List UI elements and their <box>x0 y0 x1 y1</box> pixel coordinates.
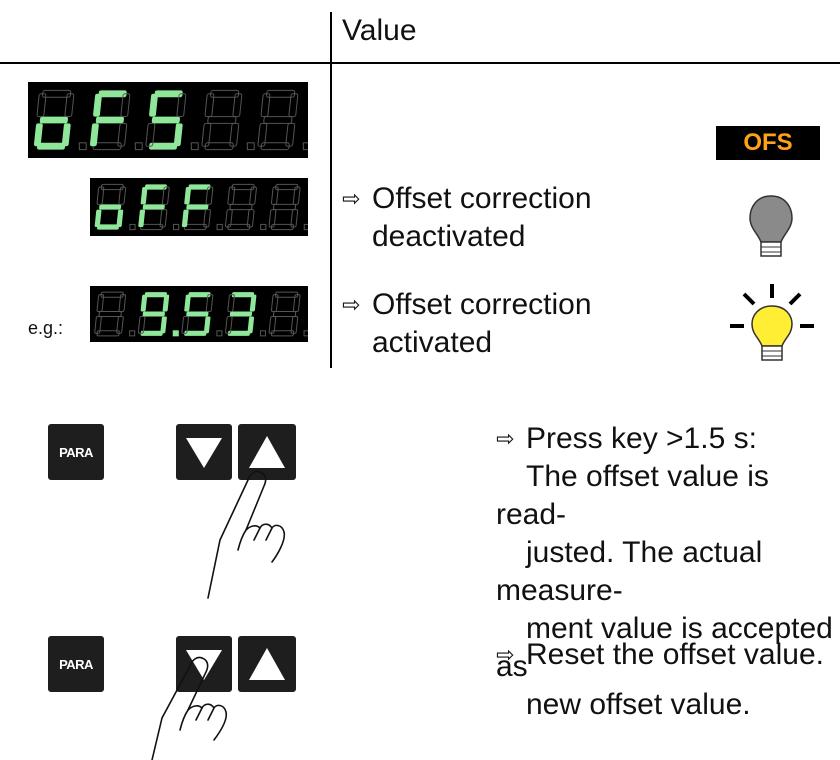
segment-e <box>137 316 146 334</box>
segment-b <box>161 186 170 205</box>
display-off-state <box>90 178 310 236</box>
decimal-point <box>259 330 266 337</box>
segment-f <box>140 186 148 205</box>
segment-f <box>140 294 148 312</box>
segment-g <box>99 204 122 210</box>
segment-g <box>229 311 253 317</box>
instruction-line: The offset value is read- <box>496 460 769 531</box>
example-prefix: e.g.: <box>28 318 64 338</box>
decimal-point <box>129 330 136 337</box>
decimal-point <box>303 223 310 231</box>
segment-d <box>140 223 164 231</box>
decimal-point <box>216 330 223 337</box>
segment-d <box>97 224 120 230</box>
ofs-badge: OFS <box>716 126 820 160</box>
segment-b <box>205 186 214 205</box>
instruction-press-up: ⇨ Press key >1.5 s: The offset value is r… <box>496 420 836 724</box>
pressing-hand-icon <box>207 470 286 599</box>
arrow-right-icon: ⇨ <box>496 426 515 451</box>
segment-d <box>183 223 207 231</box>
arrow-right-icon: ⇨ <box>342 292 361 317</box>
instruction-line: new offset value. <box>526 688 751 721</box>
segment-e <box>225 316 233 334</box>
segment-c <box>116 209 124 228</box>
segment-g <box>95 116 124 124</box>
display-param-name <box>28 82 311 158</box>
para-key[interactable]: PARA <box>48 636 104 692</box>
decimal-point <box>216 223 223 231</box>
segment-a <box>144 292 167 298</box>
segment-digits <box>94 291 310 337</box>
segment-f <box>184 186 192 205</box>
segment-g <box>207 116 237 124</box>
segment-digits <box>33 89 311 151</box>
instruction-line: Press key >1.5 s: <box>526 422 757 455</box>
up-key[interactable] <box>238 636 296 692</box>
lamp-off-icon <box>749 195 793 257</box>
segment-g <box>229 203 253 211</box>
segment-g <box>263 116 293 124</box>
segment-g <box>142 204 165 210</box>
segment-d <box>37 142 66 150</box>
segment-f <box>149 93 158 117</box>
decimal-point <box>303 330 310 337</box>
segment-b <box>205 294 214 312</box>
instruction-line: justed. The actual measure- <box>496 536 763 607</box>
activated-line1: Offset correction <box>372 288 592 321</box>
segment-c <box>173 123 183 147</box>
segment-c <box>247 316 255 334</box>
segment-digits <box>94 183 310 231</box>
decimal-point <box>246 142 255 151</box>
segment-g <box>273 203 297 211</box>
row-activated: ⇨ Offset correction activated <box>342 286 672 362</box>
segment-c <box>61 123 71 147</box>
column-divider <box>330 12 332 368</box>
segment-a <box>231 292 255 298</box>
segment-g <box>142 311 165 317</box>
header-divider <box>0 62 840 64</box>
segment-f <box>93 93 102 117</box>
display-example-value <box>90 286 310 342</box>
segment-e <box>181 316 189 334</box>
value-column-header: Value <box>342 14 417 47</box>
decimal-point <box>260 223 267 231</box>
decimal-point <box>78 142 87 151</box>
decimal-point <box>302 142 311 151</box>
triangle-up-icon <box>249 648 285 680</box>
segment-c <box>203 316 211 334</box>
row-deactivated: ⇨ Offset correction deactivated <box>342 180 672 256</box>
decimal-point <box>134 142 143 151</box>
segment-g <box>186 204 209 210</box>
decimal-point <box>172 330 179 337</box>
segment-g <box>272 310 297 318</box>
instruction-line: Reset the offset value. <box>526 638 824 671</box>
decimal-point <box>129 223 136 231</box>
segment-f <box>184 294 191 312</box>
segment-g <box>151 116 180 124</box>
deactivated-line2: deactivated <box>372 220 526 253</box>
arrow-right-icon: ⇨ <box>496 642 515 667</box>
lamp-on-icon <box>730 284 814 361</box>
decimal-point <box>190 142 199 151</box>
para-key[interactable]: PARA <box>48 424 104 480</box>
segment-g <box>98 310 122 318</box>
activated-line2: activated <box>372 326 493 359</box>
segment-c <box>160 316 167 334</box>
segment-g <box>39 116 68 124</box>
instruction-press-down: ⇨ Reset the offset value. <box>496 636 836 674</box>
arrow-right-icon: ⇨ <box>342 186 361 211</box>
segment-d <box>92 142 122 151</box>
segment-g <box>186 311 209 317</box>
deactivated-line1: Offset correction <box>372 182 592 215</box>
decimal-point <box>172 223 180 231</box>
pressing-hand-icon <box>151 656 228 760</box>
